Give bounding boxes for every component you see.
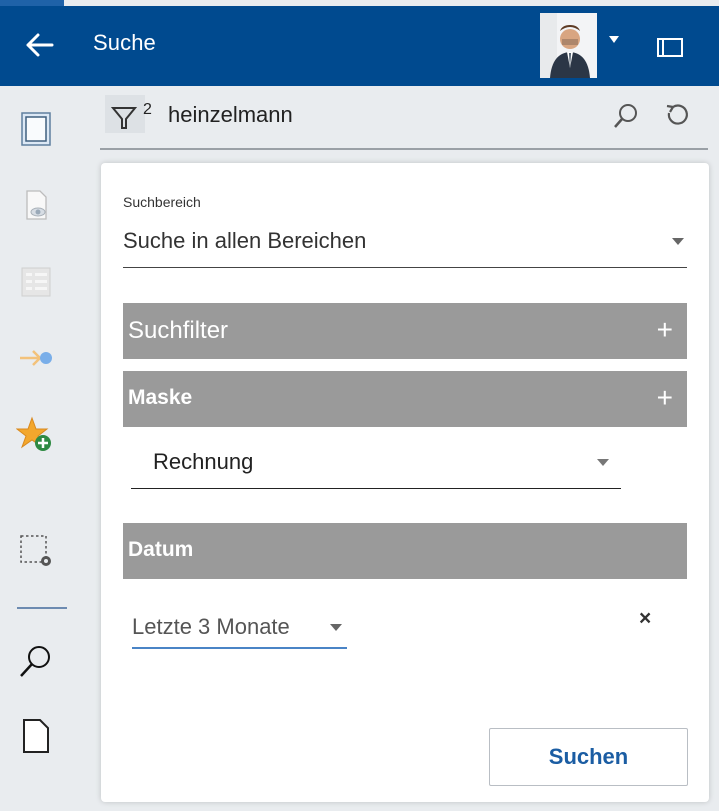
list-view-icon [21,267,51,297]
scope-select[interactable]: Suche in allen Bereichen [123,228,366,254]
section-mask[interactable]: Maske + [123,371,687,427]
sidebar-item-selection[interactable] [14,529,58,573]
search-icon [20,646,50,677]
date-underline [132,647,347,649]
reset-button[interactable] [661,101,691,131]
selection-settings-icon [20,535,51,566]
avatar-menu-caret[interactable] [609,36,619,43]
add-mask-icon[interactable]: + [657,384,673,412]
mask-caret[interactable] [597,459,609,466]
mask-underline [131,488,621,489]
sidebar [0,86,100,811]
clear-date-icon[interactable]: × [639,607,651,631]
back-button[interactable] [24,28,58,62]
filter-count-badge: 2 [143,101,152,118]
arrow-workflow-icon [20,350,52,366]
sidebar-item-search[interactable] [14,640,58,684]
search-input[interactable] [168,95,588,135]
section-search-filter[interactable]: Suchfilter + [123,303,687,359]
scope-underline [123,267,687,268]
search-bar: 2 [100,86,719,155]
sidebar-divider [17,607,67,609]
scope-label: Suchbereich [123,194,201,210]
sidebar-item-workflow[interactable] [14,336,58,380]
sidebar-item-document[interactable] [14,107,58,151]
scope-caret[interactable] [672,238,684,245]
filter-button[interactable]: 2 [105,95,152,133]
date-caret[interactable] [330,624,342,631]
section-title: Maske [128,386,193,409]
date-select[interactable]: Letzte 3 Monate [132,614,290,640]
sidebar-item-favorite[interactable] [14,413,58,457]
search-submit-button[interactable]: Suchen [489,728,688,786]
sidebar-item-preview[interactable] [14,183,58,227]
avatar-image [540,13,597,78]
page-title: Suche [93,30,156,55]
arrow-left-icon [26,33,54,57]
section-date: Datum [123,523,687,579]
filter-icon [110,107,138,129]
search-icon [614,104,637,128]
section-title: Suchfilter [128,317,229,344]
panel-toggle-icon [657,38,683,57]
mask-select[interactable]: Rechnung [153,449,253,475]
new-document-icon [23,719,49,753]
document-preview-icon [26,190,47,220]
search-submit-icon-button[interactable] [611,101,641,131]
sidebar-item-list[interactable] [14,260,58,304]
sidebar-item-new-document[interactable] [14,714,58,758]
star-add-icon [16,416,51,451]
search-underline [100,148,708,150]
search-form-card: Suchbereich Suche in allen Bereichen Suc… [101,163,709,802]
section-title: Datum [128,538,194,561]
document-icon [21,112,51,146]
app-header: Suche [0,6,719,86]
reset-icon [666,104,688,125]
panel-toggle-button[interactable] [655,33,685,63]
user-avatar[interactable] [540,13,597,78]
add-filter-icon[interactable]: + [657,316,673,344]
